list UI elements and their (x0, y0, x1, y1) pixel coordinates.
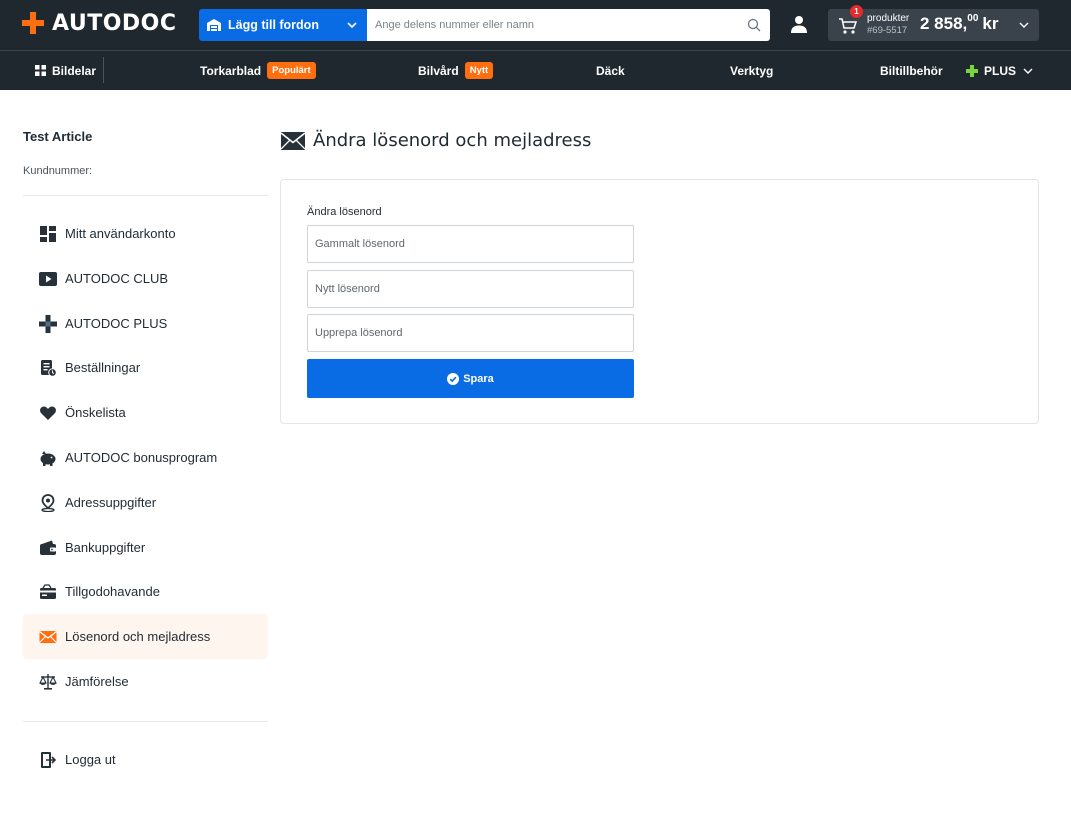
chevron-down-icon (1019, 22, 1029, 28)
scales-icon (38, 672, 58, 692)
nav-item-plus[interactable]: PLUS (966, 51, 1033, 90)
save-button[interactable]: Spara (307, 359, 634, 398)
user-account-icon[interactable] (789, 14, 809, 34)
repeat-password-field (307, 314, 634, 352)
cart-count-badge: 1 (850, 5, 863, 18)
piggy-bank-icon (38, 448, 58, 468)
customer-number-label: Kundnummer: (23, 165, 93, 177)
page-title-text: Ändra lösenord och mejladress (313, 130, 592, 151)
repeat-password-input[interactable] (308, 315, 633, 351)
check-circle-icon (447, 372, 460, 385)
sidebar-item-label: Jämförelse (65, 674, 129, 689)
new-password-input[interactable] (308, 271, 633, 307)
sidebar-item-label: Önskelista (65, 405, 126, 420)
chevron-down-icon (1023, 68, 1033, 74)
sidebar-item-wishlist[interactable]: Önskelista (23, 390, 268, 435)
wallet-icon (38, 538, 58, 558)
logout-icon (38, 750, 58, 770)
sidebar-item-label: AUTODOC CLUB (65, 271, 169, 286)
nav-label: Däck (596, 63, 625, 78)
new-badge: Nytt (464, 62, 494, 79)
cart-code: #69-5517 (867, 25, 908, 36)
nav-item-bilvard[interactable]: Bilvård Nytt (418, 51, 494, 90)
nav-item-verktyg[interactable]: Verktyg (730, 51, 773, 90)
sidebar-item-bonus[interactable]: AUTODOC bonusprogram (23, 435, 268, 480)
nav-divider (103, 57, 104, 83)
nav-label: Biltillbehör (880, 63, 943, 78)
add-vehicle-label: Lägg till fordon (228, 18, 319, 32)
sidebar-item-address[interactable]: Adressuppgifter (23, 480, 268, 525)
nav-label: PLUS (984, 63, 1017, 78)
top-header: AUTODOC Lägg till fordon 1 produkter #69… (0, 0, 1071, 51)
change-password-card: Ändra lösenord Spara (280, 179, 1039, 424)
nav-label: Bildelar (52, 63, 97, 78)
logout-label: Logga ut (65, 752, 116, 767)
account-name: Test Article (23, 129, 93, 144)
sidebar-item-bank[interactable]: Bankuppgifter (23, 525, 268, 570)
nav-item-dack[interactable]: Däck (596, 51, 625, 90)
sidebar-item-label: Bankuppgifter (65, 540, 146, 555)
search-box (367, 9, 770, 41)
logout-button[interactable]: Logga ut (23, 737, 268, 782)
popular-badge: Populärt (267, 62, 316, 79)
old-password-input[interactable] (308, 226, 633, 262)
main-nav: Bildelar Torkarblad Populärt Bilvård Nyt… (0, 51, 1071, 90)
sidebar-item-orders[interactable]: Beställningar (23, 345, 268, 390)
dashboard-icon (38, 224, 58, 244)
cart-products-label: produkter (867, 13, 910, 24)
search-input[interactable] (367, 9, 727, 41)
sidebar-divider (23, 721, 268, 722)
new-password-field (307, 270, 634, 308)
logo-plus-icon (22, 12, 44, 34)
sidebar-item-label: Tillgodohavande (65, 584, 160, 599)
sidebar-item-balance[interactable]: Tillgodohavande (23, 569, 268, 614)
search-icon[interactable] (747, 18, 761, 32)
page-title: Ändra lösenord och mejladress (281, 130, 591, 151)
sidebar-divider (23, 195, 268, 196)
sidebar-item-label: Mitt användarkonto (65, 226, 176, 241)
grid-icon (35, 65, 46, 76)
autodoc-logo[interactable]: AUTODOC (22, 10, 177, 36)
plus-icon (38, 314, 58, 334)
sidebar-item-compare[interactable]: Jämförelse (23, 659, 268, 704)
nav-label: Bilvård (418, 63, 459, 78)
old-password-field (307, 225, 634, 263)
sidebar-item-plus[interactable]: AUTODOC PLUS (23, 301, 268, 346)
sidebar-item-label: Beställningar (65, 360, 141, 375)
save-label: Spara (463, 372, 494, 385)
nav-label: Verktyg (730, 63, 774, 78)
play-icon (38, 269, 58, 289)
envelope-icon (38, 627, 58, 647)
chevron-down-icon (347, 22, 357, 29)
plus-icon (966, 64, 978, 77)
credit-card-icon (38, 582, 58, 602)
sidebar-item-label: Lösenord och mejladress (65, 629, 211, 644)
garage-icon (207, 19, 221, 31)
location-pin-icon (38, 493, 58, 513)
sidebar-item-club[interactable]: AUTODOC CLUB (23, 256, 268, 301)
nav-item-bildelar[interactable]: Bildelar (35, 51, 96, 90)
cart-icon (839, 18, 858, 34)
cart-button[interactable]: 1 produkter #69-5517 2 858,00 kr (828, 5, 1039, 41)
nav-item-torkarblad[interactable]: Torkarblad Populärt (200, 51, 316, 90)
sidebar-item-label: AUTODOC bonusprogram (65, 450, 218, 465)
sidebar-item-password-email[interactable]: Lösenord och mejladress (23, 614, 268, 659)
cart-total-price: 2 858,00 kr (920, 13, 999, 33)
orders-icon (38, 358, 58, 378)
sidebar-item-label: AUTODOC PLUS (65, 316, 168, 331)
sidebar-item-account[interactable]: Mitt användarkonto (23, 211, 268, 256)
form-section-label: Ändra lösenord (307, 206, 382, 218)
logo-text: AUTODOC (52, 10, 177, 36)
sidebar-item-label: Adressuppgifter (65, 495, 157, 510)
nav-item-biltillbehor[interactable]: Biltillbehör (880, 51, 943, 90)
heart-icon (38, 403, 58, 423)
nav-label: Torkarblad (200, 63, 262, 78)
add-vehicle-button[interactable]: Lägg till fordon (199, 9, 367, 41)
envelope-icon (281, 131, 305, 150)
